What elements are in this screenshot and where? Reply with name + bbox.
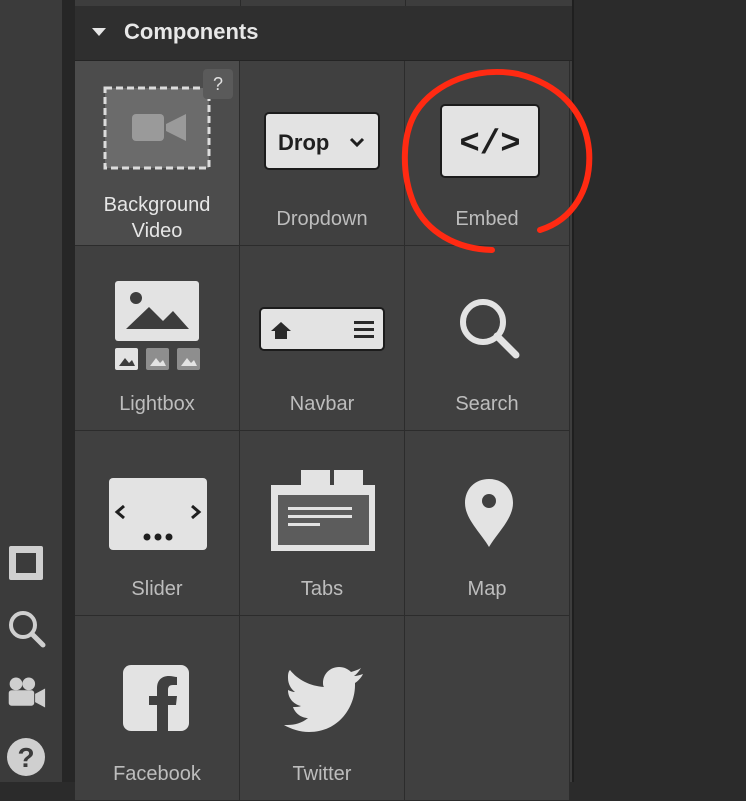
help-badge[interactable]: ? — [203, 69, 233, 99]
embed-icon-text: </> — [459, 126, 520, 164]
empty-cell — [405, 616, 570, 801]
dropdown-icon-text: Drop — [278, 130, 329, 155]
caret-down-icon — [92, 28, 106, 36]
rail-separator — [62, 0, 75, 782]
component-label: Dropdown — [276, 208, 368, 230]
component-label: Twitter — [292, 763, 352, 785]
left-toolbar: ? — [0, 0, 62, 782]
component-facebook[interactable]: Facebook — [75, 616, 240, 801]
search-icon[interactable] — [6, 608, 46, 648]
search-icon — [460, 299, 520, 359]
component-label: Navbar — [289, 393, 355, 415]
component-label: Map — [467, 578, 507, 600]
map-pin-icon — [465, 479, 513, 547]
components-section-header[interactable]: Components — [75, 6, 572, 61]
component-navbar[interactable]: Navbar — [240, 246, 405, 431]
navbar-icon — [259, 307, 385, 351]
component-lightbox[interactable]: Lightbox — [75, 246, 240, 431]
component-tabs[interactable]: Tabs — [240, 431, 405, 616]
component-label: Search — [455, 393, 519, 415]
component-label: Embed — [455, 208, 519, 230]
twitter-icon — [284, 667, 363, 732]
component-label: Facebook — [113, 763, 201, 785]
slider-icon — [109, 478, 207, 550]
video-camera-icon — [103, 86, 211, 170]
component-twitter[interactable]: Twitter — [240, 616, 405, 801]
component-slider[interactable]: Slider — [75, 431, 240, 616]
component-embed[interactable]: </> Embed — [405, 61, 570, 246]
help-icon[interactable]: ? — [6, 737, 46, 777]
component-label: Slider — [131, 578, 183, 600]
component-label: Lightbox — [119, 393, 195, 415]
facebook-icon — [123, 665, 189, 731]
component-label-line2: Video — [131, 220, 183, 242]
dropdown-icon: Drop — [264, 112, 380, 170]
add-panel: Components ? Background Video Drop Dropd… — [75, 0, 572, 801]
image-gallery-icon — [115, 281, 200, 370]
component-search[interactable]: Search — [405, 246, 570, 431]
tabs-icon — [271, 470, 375, 551]
component-label: Background — [103, 194, 211, 216]
component-label: Tabs — [300, 578, 344, 600]
code-icon: </> — [440, 104, 540, 178]
components-grid: ? Background Video Drop Dropdown </> Emb… — [75, 61, 572, 801]
help-glyph: ? — [17, 742, 34, 773]
square-icon[interactable] — [6, 543, 46, 583]
component-background-video[interactable]: ? Background Video — [75, 61, 240, 246]
component-dropdown[interactable]: Drop Dropdown — [240, 61, 405, 246]
video-camera-icon[interactable] — [6, 673, 46, 713]
component-map[interactable]: Map — [405, 431, 570, 616]
canvas-area — [574, 0, 746, 782]
section-title: Components — [124, 19, 259, 44]
